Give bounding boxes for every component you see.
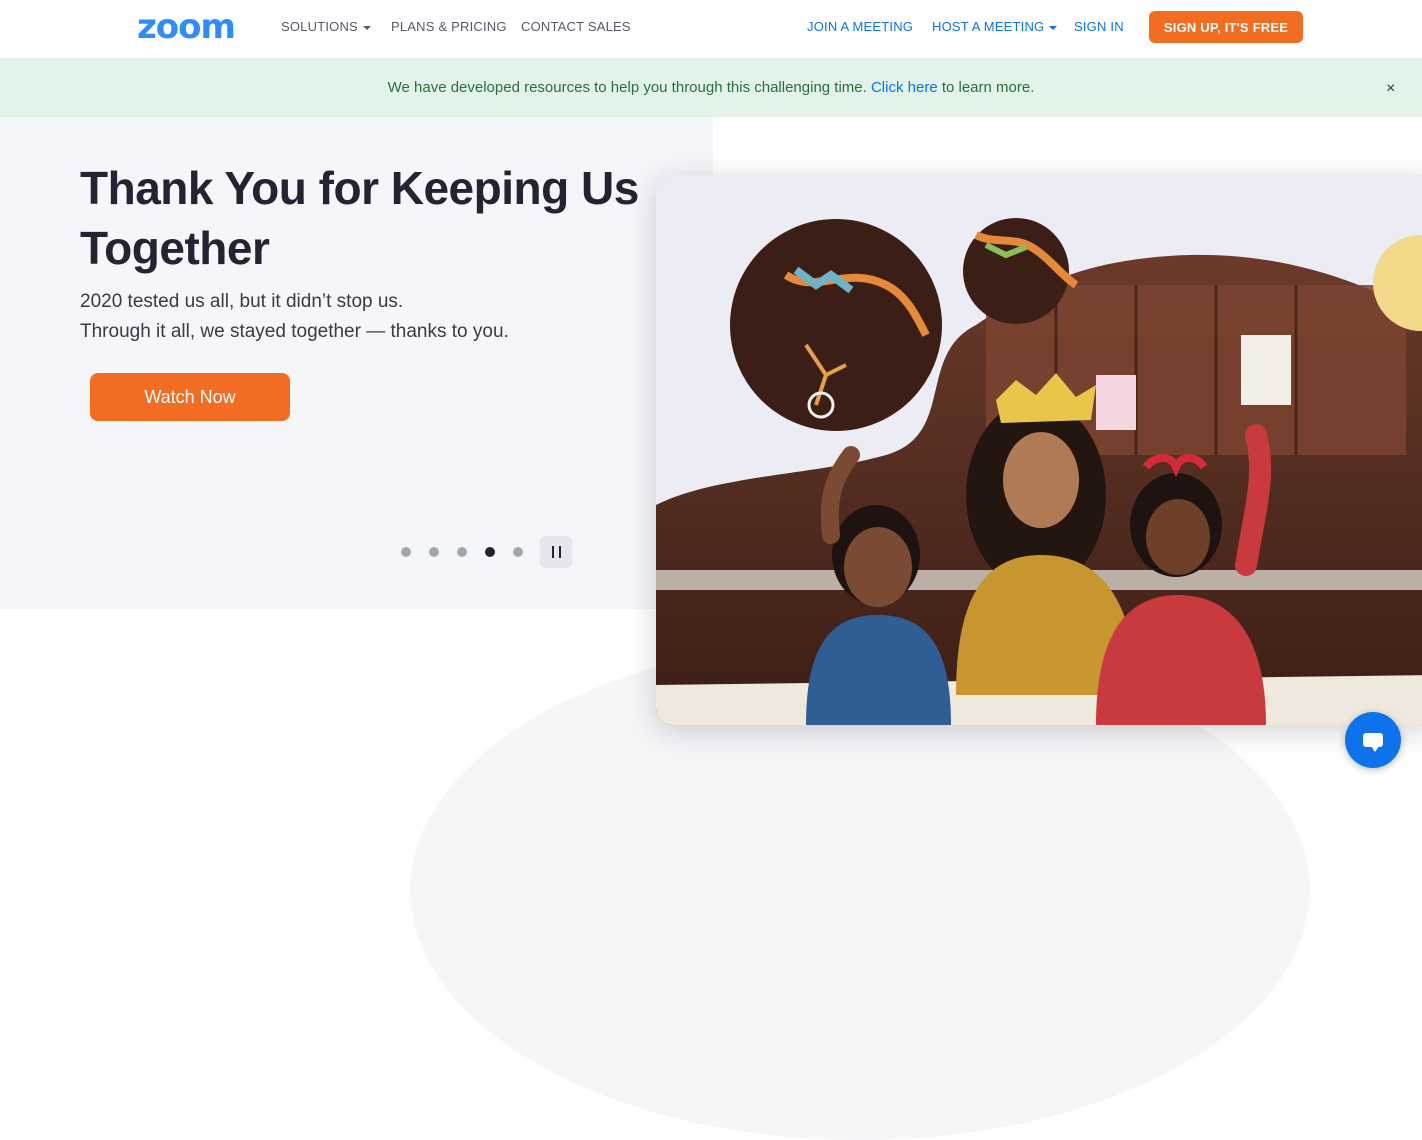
- nav-plans-pricing[interactable]: PLANS & PRICING: [391, 19, 507, 35]
- hero-subtitle-line-1: 2020 tested us all, but it didn’t stop u…: [80, 291, 404, 312]
- hero-subtitle: 2020 tested us all, but it didn’t stop u…: [80, 287, 509, 347]
- banner-text-before: We have developed resources to help you …: [387, 79, 867, 96]
- carousel-dot-1[interactable]: [401, 547, 411, 557]
- nav-solutions[interactable]: SOLUTIONS: [281, 19, 371, 35]
- nav-sign-in[interactable]: SIGN IN: [1074, 19, 1124, 35]
- announcement-banner: We have developed resources to help you …: [0, 59, 1422, 117]
- caret-down-icon: [1049, 25, 1058, 30]
- chat-bubble-icon: [1363, 733, 1383, 752]
- nav-join-meeting[interactable]: JOIN A MEETING: [807, 19, 913, 35]
- nav-contact-sales[interactable]: CONTACT SALES: [521, 19, 631, 35]
- carousel-dot-4[interactable]: [485, 547, 495, 557]
- carousel-dot-3[interactable]: [457, 547, 467, 557]
- nav-host-meeting[interactable]: HOST A MEETING: [932, 19, 1058, 35]
- banner-text-after: to learn more.: [941, 79, 1035, 96]
- nav-host-meeting-label: HOST A MEETING: [932, 19, 1045, 34]
- hero-subtitle-line-2: Through it all, we stayed together — tha…: [80, 321, 509, 342]
- carousel-dot-5[interactable]: [513, 547, 523, 557]
- pause-icon: [551, 546, 554, 558]
- hero-title: Thank You for Keeping Us Together: [80, 162, 639, 274]
- banner-click-here-link[interactable]: Click here: [871, 79, 938, 96]
- family-photo-illustration: [656, 218, 1422, 725]
- close-icon[interactable]: ×: [1386, 81, 1395, 97]
- banner-message: We have developed resources to help you …: [0, 79, 1422, 97]
- carousel-pause-button[interactable]: [540, 536, 572, 568]
- watch-now-button[interactable]: Watch Now: [90, 373, 290, 421]
- hero-photo: [656, 175, 1422, 725]
- nav-solutions-label: SOLUTIONS: [281, 19, 358, 34]
- carousel-dot-2[interactable]: [429, 547, 439, 557]
- caret-down-icon: [362, 25, 371, 30]
- chat-widget-button[interactable]: [1345, 712, 1401, 768]
- pause-icon-bar: [558, 546, 561, 558]
- signup-button[interactable]: SIGN UP, IT'S FREE: [1149, 11, 1303, 43]
- zoom-logo[interactable]: zoom: [137, 10, 236, 44]
- top-navigation: zoom SOLUTIONS PLANS & PRICING CONTACT S…: [0, 0, 1422, 59]
